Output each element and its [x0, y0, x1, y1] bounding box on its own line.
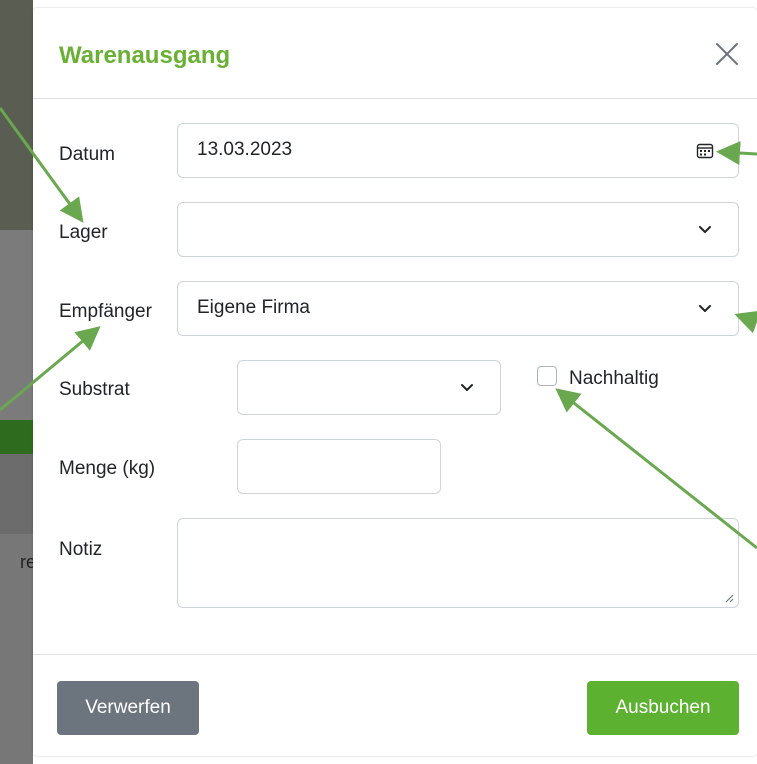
submit-button[interactable]: Ausbuchen [587, 681, 739, 735]
background-panel [0, 230, 33, 420]
substrat-label: Substrat [59, 379, 130, 400]
modal-footer: Verwerfen Ausbuchen [33, 654, 757, 757]
datum-label: Datum [59, 144, 115, 165]
modal-header: Warenausgang [33, 8, 757, 99]
lager-select[interactable] [177, 202, 739, 257]
warenausgang-modal: Warenausgang Datum 13.03.2023 Lager Empf… [33, 8, 757, 756]
background-panel [0, 0, 33, 230]
notiz-textarea[interactable] [177, 518, 739, 608]
resize-grip-icon[interactable] [722, 591, 734, 603]
nachhaltig-label[interactable]: Nachhaltig [569, 368, 659, 390]
background-panel [0, 420, 33, 454]
datum-value: 13.03.2023 [197, 139, 293, 160]
discard-button[interactable]: Verwerfen [57, 681, 199, 735]
chevron-down-icon [699, 305, 711, 312]
empfaenger-select[interactable]: Eigene Firma [177, 281, 739, 336]
lager-label: Lager [59, 222, 108, 243]
modal-title: Warenausgang [59, 42, 231, 69]
empfaenger-value: Eigene Firma [197, 297, 310, 318]
empfaenger-label: Empfänger [59, 301, 152, 322]
menge-label: Menge (kg) [59, 458, 156, 479]
close-icon [716, 43, 738, 65]
substrat-select[interactable] [237, 360, 501, 415]
chevron-down-icon [699, 226, 711, 233]
nachhaltig-checkbox[interactable] [537, 366, 557, 386]
close-button[interactable] [709, 36, 745, 72]
chevron-down-icon [461, 384, 473, 391]
datum-input[interactable]: 13.03.2023 [177, 123, 739, 178]
background-page: re [0, 0, 36, 764]
background-panel [0, 454, 33, 534]
calendar-icon[interactable] [696, 142, 714, 160]
menge-input[interactable] [237, 439, 441, 494]
notiz-label: Notiz [59, 539, 103, 560]
